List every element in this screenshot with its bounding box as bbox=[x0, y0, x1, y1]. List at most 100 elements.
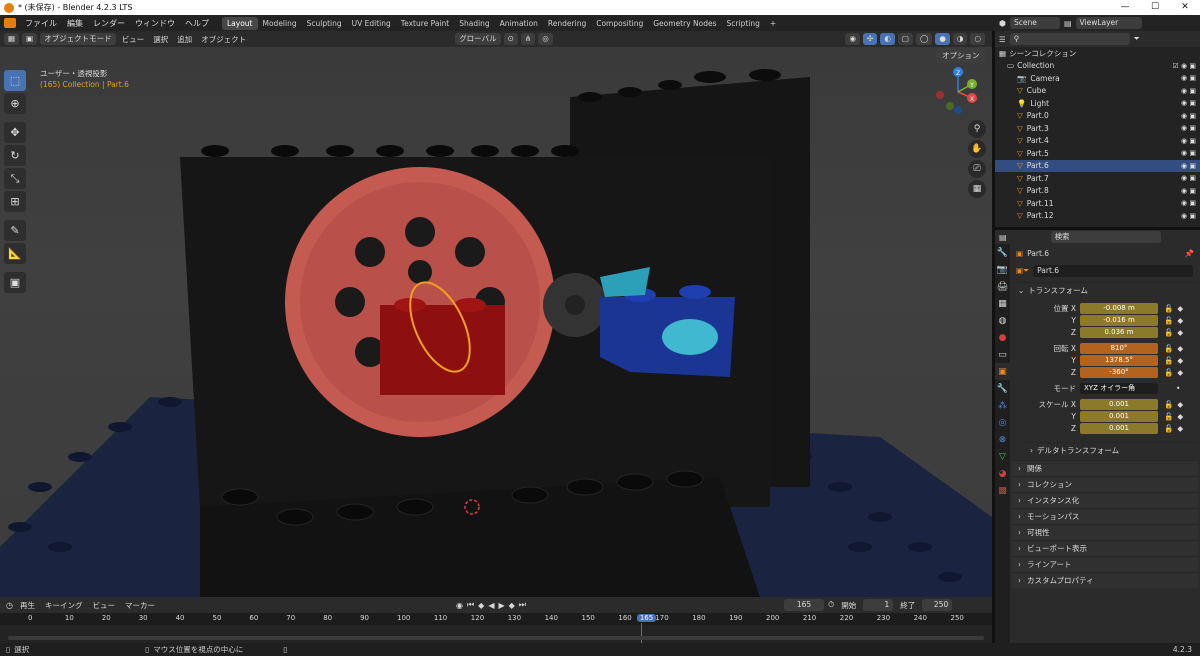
keyframe-icon[interactable]: ◆ bbox=[1177, 344, 1183, 353]
tab-modeling[interactable]: Modeling bbox=[258, 17, 302, 30]
transform-orientation-dropdown[interactable]: グローバル bbox=[455, 33, 501, 45]
tab-rendering[interactable]: Rendering bbox=[543, 17, 591, 30]
properties-panel-header[interactable]: › ビューポート表示 bbox=[1012, 540, 1198, 556]
annotate-tool[interactable]: ✎ bbox=[4, 220, 26, 241]
lock-icon[interactable]: 🔓 bbox=[1164, 412, 1173, 421]
add-cube-tool[interactable]: ▣ bbox=[4, 272, 26, 293]
outliner-item[interactable]: ▽ Part.8 ◉ ▣ bbox=[995, 185, 1200, 198]
current-frame-marker[interactable]: 165 bbox=[636, 614, 657, 622]
tab-geometry-nodes[interactable]: Geometry Nodes bbox=[648, 17, 721, 30]
scale-y-field[interactable]: 0.001 bbox=[1080, 410, 1158, 422]
lock-icon[interactable]: 🔓 bbox=[1164, 424, 1173, 433]
menu-select[interactable]: 選択 bbox=[150, 34, 171, 45]
lock-icon[interactable]: 🔓 bbox=[1164, 304, 1173, 313]
rotation-y-field[interactable]: 1378.5° bbox=[1080, 354, 1158, 366]
keyframe-icon[interactable]: ◆ bbox=[1177, 316, 1183, 325]
keyframe-icon[interactable]: ◆ bbox=[1177, 304, 1183, 313]
output-tab-icon[interactable]: 🖨 bbox=[995, 278, 1010, 295]
outliner-search-field[interactable]: ⚲ bbox=[1009, 33, 1130, 45]
scene-collection-row[interactable]: ▦ シーンコレクション bbox=[995, 47, 1200, 60]
outliner-item[interactable]: ▽ Part.3 ◉ ▣ bbox=[995, 122, 1200, 135]
menu-file[interactable]: ファイル bbox=[20, 18, 62, 29]
keyframe-icon[interactable]: ◆ bbox=[1177, 400, 1183, 409]
tab-shading[interactable]: Shading bbox=[454, 17, 494, 30]
properties-panel-header[interactable]: › インスタンス化 bbox=[1012, 492, 1198, 508]
view-layer-field[interactable]: ViewLayer bbox=[1075, 17, 1142, 29]
datablock-icon[interactable]: ▣⏷ bbox=[1016, 266, 1029, 276]
collection-tab-icon[interactable]: ▭ bbox=[995, 346, 1010, 363]
visibility-eye-icon[interactable]: ◉ ▣ bbox=[1181, 174, 1196, 182]
tab-compositing[interactable]: Compositing bbox=[591, 17, 648, 30]
render-tab-icon[interactable]: 📷 bbox=[995, 261, 1010, 278]
pan-hand-icon[interactable]: ✋ bbox=[968, 140, 986, 158]
menu-edit[interactable]: 編集 bbox=[62, 18, 88, 29]
rotation-mode-dropdown[interactable]: XYZ オイラー角 bbox=[1080, 382, 1158, 394]
scale-x-field[interactable]: 0.001 bbox=[1080, 398, 1158, 410]
pivot-icon[interactable]: ⊙ bbox=[503, 33, 518, 45]
select-mode-icon[interactable]: ▣ bbox=[22, 33, 38, 45]
visibility-eye-icon[interactable]: ◉ ▣ bbox=[1181, 87, 1196, 95]
mode-dropdown[interactable]: オブジェクトモード bbox=[40, 33, 116, 45]
axis-gizmo[interactable]: Z X Y bbox=[930, 62, 990, 117]
keyframe-icon[interactable]: ◆ bbox=[1177, 368, 1183, 377]
minimize-button[interactable]: — bbox=[1110, 0, 1140, 15]
delta-transform-panel[interactable]: › デルタトランスフォーム bbox=[1024, 442, 1198, 458]
transform-tool[interactable]: ⊞ bbox=[4, 191, 26, 212]
constraints-tab-icon[interactable]: ⊗ bbox=[995, 431, 1010, 448]
menu-timeline-view[interactable]: ビュー bbox=[89, 600, 118, 611]
play-reverse-icon[interactable]: ◀ bbox=[488, 601, 494, 610]
lock-icon[interactable]: 🔓 bbox=[1164, 344, 1173, 353]
material-shading-icon[interactable]: ◑ bbox=[952, 33, 968, 45]
properties-search[interactable]: 検索 bbox=[1050, 231, 1161, 243]
menu-help[interactable]: ヘルプ bbox=[180, 18, 214, 29]
menu-window[interactable]: ウィンドウ bbox=[130, 18, 180, 29]
record-icon[interactable]: ◉ bbox=[456, 601, 463, 610]
viewport-options-button[interactable]: オプション bbox=[936, 48, 986, 63]
timeline[interactable]: 0 10 20 30 40 50 60 70 80 90 100 110 120 130 140 150 160… bbox=[0, 613, 992, 643]
data-tab-icon[interactable]: ▽ bbox=[995, 448, 1010, 465]
keyframe-icon[interactable]: ◆ bbox=[1177, 412, 1183, 421]
pin-icon[interactable]: 📌 bbox=[1185, 249, 1194, 258]
material-tab-icon[interactable]: ◕ bbox=[995, 465, 1010, 482]
outliner-item[interactable]: ▽ Part.5 ◉ ▣ bbox=[995, 147, 1200, 160]
grid-perspective-icon[interactable]: ▦ bbox=[968, 180, 986, 198]
timeline-scrollbar[interactable] bbox=[8, 636, 984, 640]
scene-icon[interactable]: ⬢ bbox=[999, 19, 1006, 28]
menu-object[interactable]: オブジェクト bbox=[198, 34, 249, 45]
menu-add[interactable]: 追加 bbox=[174, 34, 195, 45]
keyframe-icon[interactable]: ◆ bbox=[1177, 424, 1183, 433]
scene-field[interactable]: Scene bbox=[1009, 17, 1060, 29]
prev-key-icon[interactable]: ◆ bbox=[478, 601, 484, 610]
properties-editor-icon[interactable]: ▤ bbox=[999, 233, 1007, 242]
lock-icon[interactable]: 🔓 bbox=[1164, 368, 1173, 377]
move-tool[interactable]: ✥ bbox=[4, 122, 26, 143]
visibility-eye-icon[interactable]: ◉ ▣ bbox=[1181, 199, 1196, 207]
location-z-field[interactable]: 0.036 m bbox=[1080, 326, 1158, 338]
collection-row[interactable]: ▭ Collection ☑ ◉ ▣ bbox=[995, 60, 1200, 73]
select-box-tool[interactable]: ⬚ bbox=[4, 70, 26, 91]
properties-panel-header[interactable]: › コレクション bbox=[1012, 476, 1198, 492]
visibility-eye-icon[interactable]: ◉ ▣ bbox=[1181, 162, 1196, 170]
next-key-icon[interactable]: ◆ bbox=[509, 601, 515, 610]
end-frame-field[interactable]: 250 bbox=[922, 599, 953, 611]
menu-playback[interactable]: 再生 bbox=[17, 600, 38, 611]
lock-icon[interactable]: 🔓 bbox=[1164, 328, 1173, 337]
datablock-name-field[interactable]: Part.6 bbox=[1033, 265, 1194, 277]
lock-icon[interactable]: 🔓 bbox=[1164, 316, 1173, 325]
view-layer-tab-icon[interactable]: ▦ bbox=[995, 295, 1010, 312]
keyframe-dot-icon[interactable]: • bbox=[1176, 384, 1180, 393]
properties-panel-header[interactable]: › ラインアート bbox=[1012, 556, 1198, 572]
lock-icon[interactable]: 🔓 bbox=[1164, 356, 1173, 365]
world-tab-icon[interactable]: ● bbox=[995, 329, 1010, 346]
scale-tool[interactable]: ⤡ bbox=[4, 168, 26, 189]
properties-panel-header[interactable]: › カスタムプロパティ bbox=[1012, 572, 1198, 588]
particles-tab-icon[interactable]: ⁂ bbox=[995, 397, 1010, 414]
outliner-item[interactable]: ▽ Part.6 ◉ ▣ bbox=[995, 159, 1200, 172]
wireframe-shading-icon[interactable]: ◯ bbox=[915, 33, 933, 45]
current-frame-field[interactable]: 165 bbox=[784, 599, 824, 611]
properties-panel-header[interactable]: › 関係 bbox=[1012, 460, 1198, 476]
visibility-eye-icon[interactable]: ◉ ▣ bbox=[1181, 74, 1196, 82]
menu-view[interactable]: ビュー bbox=[119, 34, 148, 45]
snap-icon[interactable]: ⋔ bbox=[520, 33, 536, 45]
menu-marker[interactable]: マーカー bbox=[122, 600, 158, 611]
